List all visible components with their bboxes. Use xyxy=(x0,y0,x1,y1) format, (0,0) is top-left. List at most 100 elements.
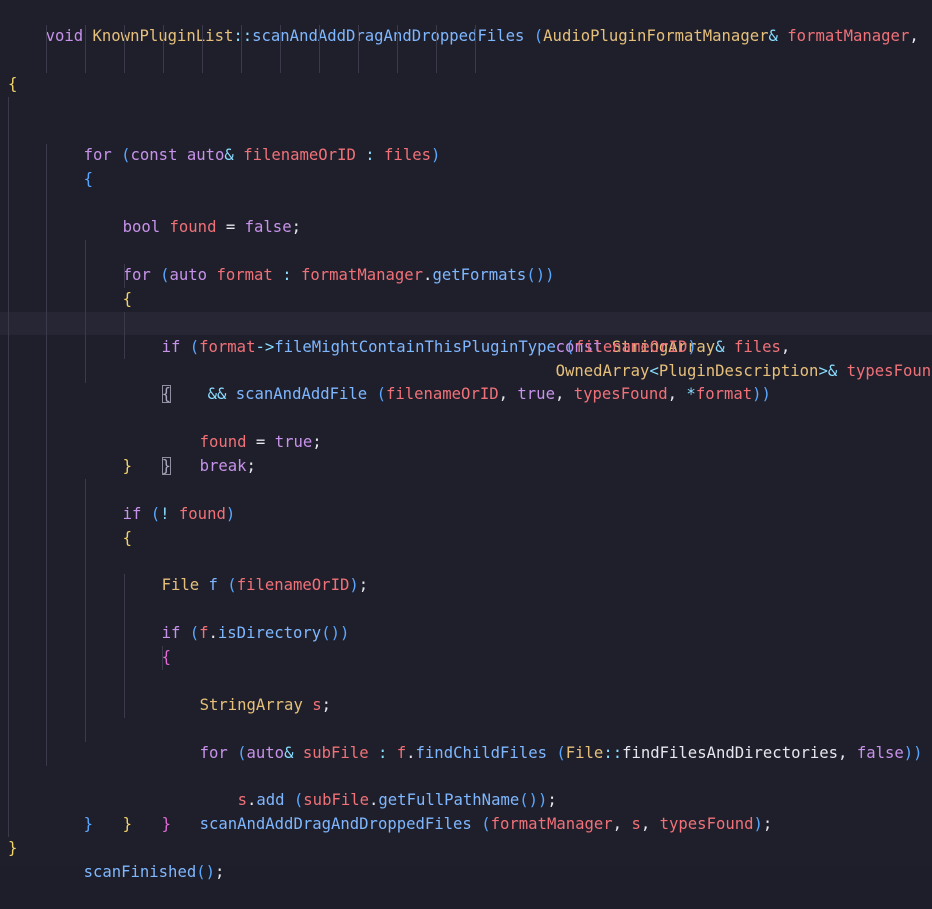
indent-guide xyxy=(85,311,86,336)
indent-guide xyxy=(85,574,86,599)
code-line[interactable]: for (const auto& filenameOrID : files) xyxy=(0,96,932,164)
indent-guide xyxy=(8,526,9,551)
indent-guide xyxy=(46,48,47,73)
code-line[interactable]: { xyxy=(0,550,932,666)
indent-guide xyxy=(85,335,86,360)
indent-guide xyxy=(124,311,125,336)
indent-guide xyxy=(46,717,47,742)
indent-guide xyxy=(124,48,125,73)
indent-guide xyxy=(46,335,47,360)
indent-guide xyxy=(475,48,476,73)
code-line[interactable] xyxy=(0,669,932,694)
indent-guide xyxy=(85,478,86,503)
code-line[interactable]: } xyxy=(0,741,932,833)
code-line[interactable]: } xyxy=(0,359,932,475)
indent-guide xyxy=(8,383,9,408)
code-line[interactable]: void KnownPluginList::scanAndAddDragAndD… xyxy=(0,1,932,45)
code-text: } xyxy=(8,839,18,858)
indent-guide xyxy=(46,359,47,384)
indent-guide xyxy=(46,502,47,527)
indent-guide xyxy=(163,48,164,73)
indent-guide xyxy=(241,48,242,73)
code-line[interactable]: && scanAndAddFile (filenameOrID, true, t… xyxy=(0,263,932,403)
indent-guide xyxy=(8,789,9,814)
code-line[interactable]: { xyxy=(0,454,932,547)
code-line[interactable]: scanFinished(); xyxy=(0,813,932,881)
indent-guide xyxy=(163,24,164,49)
code-line[interactable]: if (! found) xyxy=(0,431,932,523)
code-line[interactable]: StringArray s; xyxy=(0,574,932,714)
indent-guide xyxy=(319,48,320,73)
code-line[interactable]: } xyxy=(0,837,932,861)
indent-guide xyxy=(46,287,47,312)
indent-guide xyxy=(46,431,47,455)
code-line[interactable]: bool found = false; xyxy=(0,144,932,236)
code-line[interactable]: if (format->fileMightContainThisPluginTy… xyxy=(0,239,932,356)
indent-guide xyxy=(46,311,47,336)
indent-guide xyxy=(8,574,9,599)
code-line[interactable]: for (auto format : formatManager.getForm… xyxy=(0,192,932,284)
indent-guide xyxy=(85,359,86,384)
code-line[interactable]: scanAndAddDragAndDroppedFiles (formatMan… xyxy=(0,693,932,833)
code-line[interactable]: break; xyxy=(0,335,932,475)
indent-guide xyxy=(46,550,47,575)
code-line[interactable]: { xyxy=(0,73,932,97)
code-line[interactable]: { xyxy=(0,287,932,404)
indent-guide xyxy=(358,24,359,49)
indent-guide xyxy=(85,24,86,49)
code-line[interactable]: File f (filenameOrID); xyxy=(0,478,932,594)
indent-guide xyxy=(124,24,125,49)
indent-guide xyxy=(8,311,9,336)
indent-guide xyxy=(46,622,47,647)
indent-guide xyxy=(397,24,398,49)
code-line[interactable]: s.add (subFile.getFullPathName()); xyxy=(0,646,932,809)
indent-guide xyxy=(46,239,47,264)
indent-guide xyxy=(46,216,47,240)
code-line[interactable]: } xyxy=(0,383,932,475)
code-text: scanFinished(); xyxy=(83,863,225,882)
indent-guide xyxy=(8,359,9,384)
indent-guide xyxy=(85,48,86,73)
indent-guide xyxy=(124,669,125,694)
code-line[interactable]: } xyxy=(0,717,932,833)
code-line[interactable]: OwnedArray<PluginDescription>& typesFoun… xyxy=(0,48,932,380)
code-line[interactable] xyxy=(0,407,932,432)
code-line-current[interactable]: found = true; xyxy=(0,311,932,451)
indent-guide xyxy=(8,287,9,312)
indent-guide xyxy=(46,741,47,766)
indent-guide xyxy=(85,669,86,694)
indent-guide xyxy=(436,48,437,73)
code-line[interactable] xyxy=(0,502,932,527)
indent-guide xyxy=(46,669,47,694)
indent-guide xyxy=(124,335,125,360)
indent-guide xyxy=(8,216,9,240)
indent-guide xyxy=(46,24,47,49)
code-line[interactable]: for (auto& subFile : f.findChildFiles (F… xyxy=(0,622,932,762)
indent-guide xyxy=(8,669,9,694)
indent-guide xyxy=(85,239,86,264)
code-line[interactable]: const StringArray& files, xyxy=(0,24,932,356)
code-line[interactable] xyxy=(0,168,932,193)
indent-guide xyxy=(8,144,9,169)
code-line[interactable] xyxy=(0,789,932,814)
code-editor[interactable]: void KnownPluginList::scanAndAddDragAndD… xyxy=(0,0,932,881)
indent-guide xyxy=(85,598,86,623)
code-line[interactable]: if (f.isDirectory()) xyxy=(0,526,932,642)
indent-guide xyxy=(46,192,47,217)
indent-guide xyxy=(8,741,9,766)
indent-guide xyxy=(8,765,9,790)
indent-guide xyxy=(46,526,47,551)
code-line[interactable]: } xyxy=(0,765,932,833)
indent-guide xyxy=(85,526,86,551)
indent-guide xyxy=(46,383,47,408)
code-line[interactable]: { xyxy=(0,120,932,188)
indent-guide xyxy=(124,598,125,623)
indent-guide xyxy=(358,48,359,73)
indent-guide xyxy=(241,24,242,49)
indent-guide xyxy=(8,454,9,479)
indent-guide xyxy=(124,574,125,599)
indent-guide xyxy=(46,478,47,503)
code-line[interactable]: { xyxy=(0,216,932,308)
code-line[interactable] xyxy=(0,598,932,623)
indent-guide xyxy=(8,622,9,647)
